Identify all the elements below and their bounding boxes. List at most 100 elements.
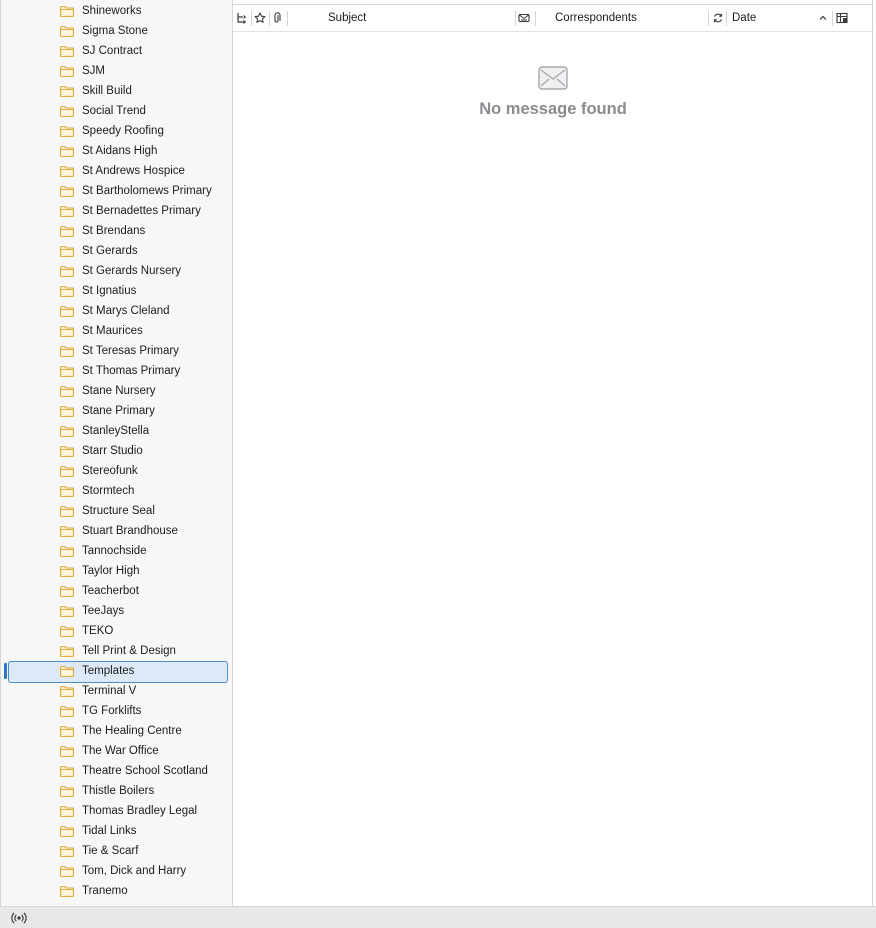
folder-icon: [60, 725, 82, 737]
folder-item[interactable]: TEKO: [1, 621, 232, 641]
folder-label: Thistle Boilers: [82, 785, 155, 797]
folder-label: SJ Contract: [82, 45, 143, 57]
column-separator: [708, 11, 709, 26]
folder-item[interactable]: Speedy Roofing: [1, 121, 232, 141]
folder-icon: [60, 425, 82, 437]
folder-item[interactable]: St Thomas Primary: [1, 361, 232, 381]
folder-icon: [60, 885, 82, 897]
folder-icon: [60, 145, 82, 157]
folder-item[interactable]: TG Forklifts: [1, 701, 232, 721]
folder-item[interactable]: Stormtech: [1, 481, 232, 501]
folder-icon: [60, 45, 82, 57]
folder-item[interactable]: Taylor High: [1, 561, 232, 581]
folder-item[interactable]: StanleyStella: [1, 421, 232, 441]
folder-item[interactable]: The Healing Centre: [1, 721, 232, 741]
column-picker-button[interactable]: [836, 5, 852, 31]
folder-icon: [60, 225, 82, 237]
folder-item[interactable]: St Gerards: [1, 241, 232, 261]
folder-item[interactable]: St Bartholomews Primary: [1, 181, 232, 201]
date-column-header[interactable]: Date: [732, 5, 822, 31]
folder-item[interactable]: St Teresas Primary: [1, 341, 232, 361]
folder-item[interactable]: Stane Nursery: [1, 381, 232, 401]
folder-item[interactable]: Thistle Boilers: [1, 781, 232, 801]
folder-label: Stuart Brandhouse: [82, 525, 178, 537]
attachment-column-header[interactable]: [272, 5, 288, 31]
folder-label: Shineworks: [82, 5, 142, 17]
folder-item[interactable]: St Gerards Nursery: [1, 261, 232, 281]
folder-icon: [60, 565, 82, 577]
folder-item[interactable]: Tom, Dick and Harry: [1, 861, 232, 881]
folder-item[interactable]: Shineworks: [1, 1, 232, 21]
folder-item[interactable]: St Ignatius: [1, 281, 232, 301]
folder-icon: [60, 545, 82, 557]
empty-state: No message found: [233, 66, 873, 119]
folder-item[interactable]: SJ Contract: [1, 41, 232, 61]
folder-item[interactable]: Stane Primary: [1, 401, 232, 421]
date-column-label: Date: [732, 12, 757, 24]
star-column-header[interactable]: [254, 5, 270, 31]
folder-label: St Gerards Nursery: [82, 265, 182, 277]
folder-icon: [60, 285, 82, 297]
spam-column-header[interactable]: [518, 5, 534, 31]
folder-label: St Andrews Hospice: [82, 165, 185, 177]
sort-ascending-icon: [818, 5, 830, 31]
folder-item[interactable]: St Andrews Hospice: [1, 161, 232, 181]
folder-icon: [60, 165, 82, 177]
folder-item[interactable]: Tell Print & Design: [1, 641, 232, 661]
folder-item[interactable]: Theatre School Scotland: [1, 761, 232, 781]
attachment-icon: [272, 12, 284, 24]
folder-icon: [60, 5, 82, 17]
folder-item[interactable]: Starr Studio: [1, 441, 232, 461]
column-picker-icon: [836, 12, 848, 24]
folder-item[interactable]: Stuart Brandhouse: [1, 521, 232, 541]
folder-icon: [60, 445, 82, 457]
folder-label: St Aidans High: [82, 145, 158, 157]
thread-icon: [236, 12, 248, 24]
column-separator: [832, 11, 833, 26]
folder-icon: [60, 685, 82, 697]
folder-icon: [60, 765, 82, 777]
folder-label: Structure Seal: [82, 505, 155, 517]
folder-item[interactable]: Templates: [1, 661, 232, 683]
folder-icon: [60, 345, 82, 357]
folder-icon: [60, 825, 82, 837]
folder-item[interactable]: Social Trend: [1, 101, 232, 121]
folder-icon: [60, 25, 82, 37]
folder-icon: [60, 385, 82, 397]
folder-item[interactable]: St Marys Cleland: [1, 301, 232, 321]
folder-item[interactable]: St Aidans High: [1, 141, 232, 161]
folder-item[interactable]: Structure Seal: [1, 501, 232, 521]
folder-item[interactable]: SJM: [1, 61, 232, 81]
folder-item[interactable]: Stereofunk: [1, 461, 232, 481]
folder-item[interactable]: Sigma Stone: [1, 21, 232, 41]
column-separator: [726, 11, 727, 26]
folder-item[interactable]: St Maurices: [1, 321, 232, 341]
folder-item[interactable]: Tie & Scarf: [1, 841, 232, 861]
folder-item[interactable]: Tannochside: [1, 541, 232, 561]
folder-item[interactable]: Tranemo: [1, 881, 232, 901]
folder-icon: [60, 185, 82, 197]
subject-column-header[interactable]: Subject: [328, 5, 508, 31]
folder-pane: Shineworks Sigma Stone SJ Contract SJM Skill…: [0, 0, 233, 906]
folder-item[interactable]: St Bernadettes Primary: [1, 201, 232, 221]
folder-label: TG Forklifts: [82, 705, 142, 717]
folder-icon: [60, 105, 82, 117]
folder-icon: [60, 125, 82, 137]
folder-label: St Thomas Primary: [82, 365, 181, 377]
folder-item[interactable]: The War Office: [1, 741, 232, 761]
folder-label: Theatre School Scotland: [82, 765, 208, 777]
folder-item[interactable]: Tidal Links: [1, 821, 232, 841]
correspondents-column-header[interactable]: Correspondents: [555, 5, 705, 31]
folder-label: St Marys Cleland: [82, 305, 170, 317]
read-status-icon: [712, 12, 724, 24]
folder-item[interactable]: Skill Build: [1, 81, 232, 101]
folder-item[interactable]: Thomas Bradley Legal: [1, 801, 232, 821]
folder-item[interactable]: Teacherbot: [1, 581, 232, 601]
thread-column-header[interactable]: [236, 5, 252, 31]
online-status-icon[interactable]: [10, 911, 28, 928]
folder-item[interactable]: St Brendans: [1, 221, 232, 241]
folder-item[interactable]: Terminal V: [1, 681, 232, 701]
folder-icon: [60, 705, 82, 717]
folder-icon: [60, 625, 82, 637]
folder-item[interactable]: TeeJays: [1, 601, 232, 621]
